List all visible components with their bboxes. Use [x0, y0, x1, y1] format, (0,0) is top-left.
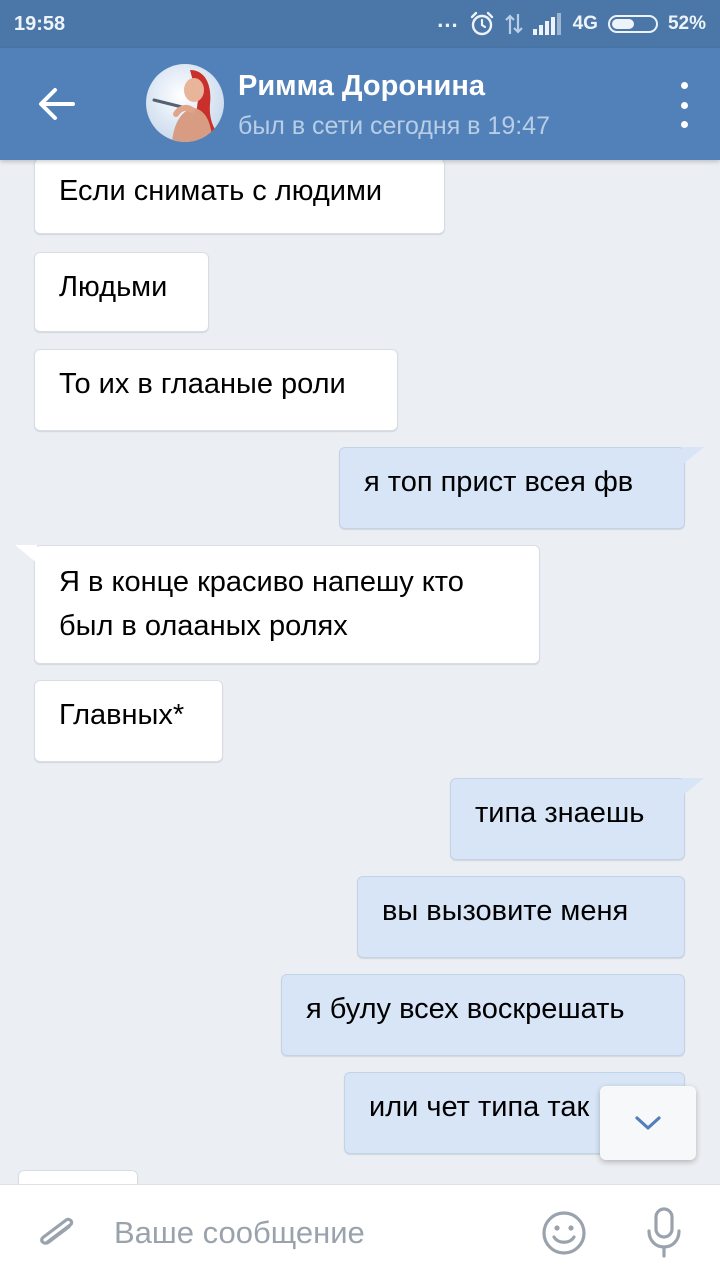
- message-text: То их в глааные роли: [59, 368, 346, 400]
- message-composer: [0, 1184, 720, 1280]
- message-input[interactable]: [114, 1205, 514, 1261]
- chat-header: Римма Доронина был в сети сегодня в 19:4…: [0, 48, 720, 160]
- status-time: 19:58: [14, 12, 66, 35]
- message-bubble[interactable]: типа знаешь: [450, 778, 704, 860]
- message-bubble[interactable]: вы вызовите меня: [357, 876, 685, 958]
- paperclip-icon: [40, 1217, 74, 1245]
- message-bubble[interactable]: Главных*: [34, 680, 223, 762]
- message-bubble[interactable]: я топ прист всея фв: [339, 447, 704, 529]
- message-bubble[interactable]: Я в конце красиво напешу кто был в олаан…: [15, 545, 540, 664]
- message-text: или чет типа так: [369, 1091, 590, 1123]
- avatar[interactable]: [146, 64, 224, 142]
- signal-icon: [532, 13, 563, 35]
- scroll-down-button[interactable]: [600, 1086, 696, 1160]
- emoji-button[interactable]: [540, 1209, 588, 1257]
- message-text: я булу всех воскрешать: [306, 993, 625, 1025]
- status-bar: 19:58 ... 4G 52%: [0, 0, 720, 48]
- back-button[interactable]: [22, 76, 92, 132]
- message-text: вы вызовите меня: [382, 895, 629, 927]
- battery-percent: 52%: [667, 13, 706, 34]
- smile-icon: [542, 1211, 586, 1255]
- message-text: я топ прист всея фв: [364, 466, 634, 498]
- message-bubble[interactable]: То их в глааные роли: [34, 349, 398, 431]
- arrow-left-icon: [39, 88, 75, 120]
- message-bubble[interactable]: Если снимать с людими: [34, 160, 445, 234]
- alarm-icon: [469, 11, 495, 37]
- contact-name[interactable]: Римма Доронина: [238, 70, 485, 103]
- battery-icon: [607, 15, 658, 33]
- message-text: Людьми: [59, 271, 168, 303]
- network-type: 4G: [572, 13, 598, 34]
- message-bubble[interactable]: я булу всех воскрешать: [281, 974, 685, 1056]
- attach-button[interactable]: [34, 1211, 80, 1257]
- status-icons: ... 4G 52%: [437, 7, 706, 37]
- message-text: Я в конце красиво напешу кто: [59, 566, 464, 598]
- more-vertical-icon: [680, 82, 688, 89]
- voice-message-button[interactable]: [644, 1207, 684, 1259]
- message-text: Главных*: [59, 699, 185, 731]
- data-arrows-icon: [504, 12, 523, 36]
- chevron-down-icon: [635, 1116, 661, 1130]
- message-bubble[interactable]: Людьми: [34, 252, 209, 332]
- message-text: типа знаешь: [475, 797, 645, 829]
- message-bubble[interactable]: [18, 1170, 138, 1184]
- message-text: Если снимать с людими: [59, 175, 383, 207]
- contact-status: был в сети сегодня в 19:47: [238, 112, 550, 140]
- notification-dots: ...: [437, 7, 459, 32]
- message-text: был в олааных ролях: [59, 610, 348, 642]
- message-list[interactable]: Если снимать с людими Людьми То их в гла…: [0, 160, 720, 1184]
- more-menu-button[interactable]: [672, 82, 696, 128]
- microphone-icon: [647, 1207, 681, 1258]
